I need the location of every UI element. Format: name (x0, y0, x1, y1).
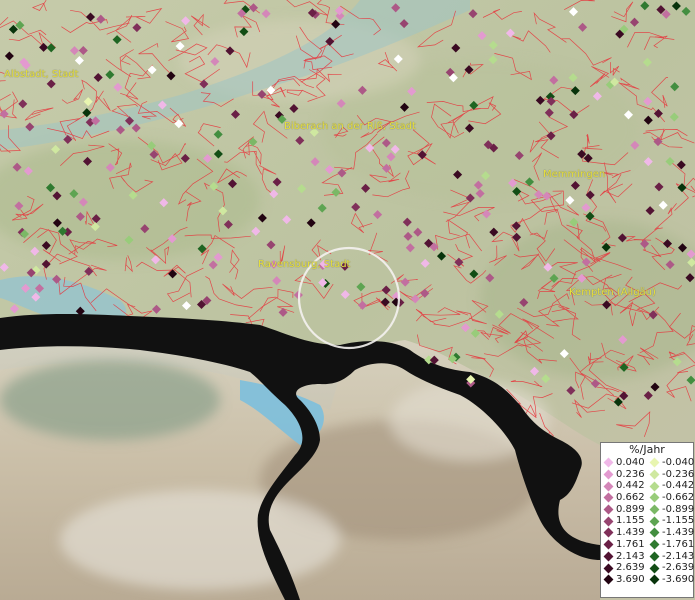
map-canvas[interactable] (0, 0, 695, 600)
legend-swatch-icon (603, 539, 614, 550)
legend-row: 0.040 -0.040 (601, 457, 695, 469)
legend-swatch-icon (649, 492, 660, 503)
legend-swatch-icon (649, 563, 660, 573)
legend-value: 0.442 (616, 480, 645, 492)
legend-value: 0.899 (616, 503, 645, 515)
legend-value: 1.439 (616, 527, 645, 539)
legend-entry: -0.236 (647, 468, 695, 481)
legend-value: -0.236 (662, 468, 695, 480)
legend-value: 0.662 (616, 492, 645, 504)
legend-rows: 0.040 -0.040 0.236 -0.236 0.442 -0.442 0.662 -0… (601, 457, 695, 586)
legend-row: 1.439 -1.439 (601, 527, 695, 539)
city-label-memmingen[interactable]: Memmingen (543, 169, 605, 180)
legend-entry: -0.899 (647, 503, 695, 516)
legend-entry: 1.761 (601, 539, 647, 551)
legend-entry: -1.439 (647, 527, 695, 539)
legend-row: 3.690 -3.690 (601, 573, 695, 586)
legend-swatch-icon (603, 504, 614, 515)
legend-swatch-icon (649, 574, 660, 585)
legend-value: 3.690 (616, 573, 645, 585)
legend-value: 0.236 (616, 468, 645, 480)
legend-value: 2.639 (616, 562, 645, 574)
legend-value: -3.690 (662, 573, 695, 585)
legend-row: 1.155 -1.155 (601, 515, 695, 527)
city-label-ravensburg[interactable]: Ravensburg, Stadt (258, 259, 350, 270)
legend-entry: 1.155 (601, 515, 647, 527)
legend-entry: 0.899 (601, 504, 647, 516)
legend-row: 0.899 -0.899 (601, 503, 695, 516)
legend-swatch-icon (603, 574, 614, 585)
legend-value: -0.662 (662, 492, 695, 504)
legend-entry: 1.439 (601, 527, 647, 539)
legend-swatch-icon (649, 469, 660, 480)
map-view[interactable]: Albstadt, Stadt Biberach an der Riß, Sta… (0, 0, 695, 600)
legend-entry: -0.442 (647, 480, 695, 492)
legend-row: 0.442 -0.442 (601, 480, 695, 492)
legend-entry: 2.143 (601, 551, 647, 563)
legend-entry: -3.690 (647, 573, 695, 586)
legend-row: 2.143 -2.143 (601, 550, 695, 563)
legend-swatch-icon (649, 481, 660, 492)
legend-entry: 0.442 (601, 480, 647, 492)
legend-row: 1.761 -1.761 (601, 538, 695, 551)
city-label-kempten[interactable]: Kempten (Allgäu) (569, 287, 656, 298)
legend-swatch-icon (649, 551, 660, 562)
legend-value: 1.761 (616, 538, 645, 550)
legend-entry: -0.040 (647, 457, 695, 469)
legend-entry: 0.662 (601, 492, 647, 504)
legend-swatch-icon (603, 457, 614, 468)
legend-row: 2.639 -2.639 (601, 562, 695, 574)
legend-entry: 0.236 (601, 469, 647, 481)
legend-value: -2.143 (662, 550, 695, 562)
legend-entry: 0.040 (601, 457, 647, 469)
legend-swatch-icon (649, 504, 660, 515)
legend-entry: -0.662 (647, 492, 695, 504)
legend-swatch-icon (603, 481, 614, 492)
legend-swatch-icon (649, 539, 660, 550)
legend-value: -0.442 (662, 480, 695, 492)
legend-value: -1.761 (662, 538, 695, 550)
legend-row: 0.662 -0.662 (601, 492, 695, 504)
legend-swatch-icon (603, 469, 614, 480)
legend-entry: 3.690 (601, 574, 647, 586)
legend-swatch-icon (603, 492, 614, 503)
legend-row: 0.236 -0.236 (601, 468, 695, 481)
legend-value: -2.639 (662, 562, 695, 574)
legend-value: -0.899 (662, 503, 695, 515)
legend-title: %/Jahr (629, 443, 665, 456)
map-legend: %/Jahr 0.040 -0.040 0.236 -0.236 0.442 -0.442… (600, 442, 694, 598)
legend-swatch-icon (603, 563, 614, 573)
legend-swatch-icon (649, 516, 660, 527)
legend-value: -1.155 (662, 515, 695, 527)
legend-value: -1.439 (662, 527, 695, 539)
legend-value: 0.040 (616, 457, 645, 468)
legend-swatch-icon (603, 551, 614, 562)
legend-swatch-icon (603, 528, 614, 538)
legend-value: 1.155 (616, 515, 645, 527)
legend-entry: -1.761 (647, 538, 695, 551)
legend-entry: -2.143 (647, 550, 695, 563)
legend-value: 2.143 (616, 550, 645, 562)
legend-swatch-icon (649, 528, 660, 538)
city-label-biberach[interactable]: Biberach an der Riß, Stadt (284, 121, 416, 132)
legend-entry: -2.639 (647, 562, 695, 574)
legend-entry: -1.155 (647, 515, 695, 527)
legend-swatch-icon (603, 516, 614, 527)
legend-entry: 2.639 (601, 562, 647, 574)
legend-value: -0.040 (662, 457, 695, 468)
city-label-albstadt[interactable]: Albstadt, Stadt (4, 69, 79, 80)
legend-swatch-icon (649, 457, 660, 468)
